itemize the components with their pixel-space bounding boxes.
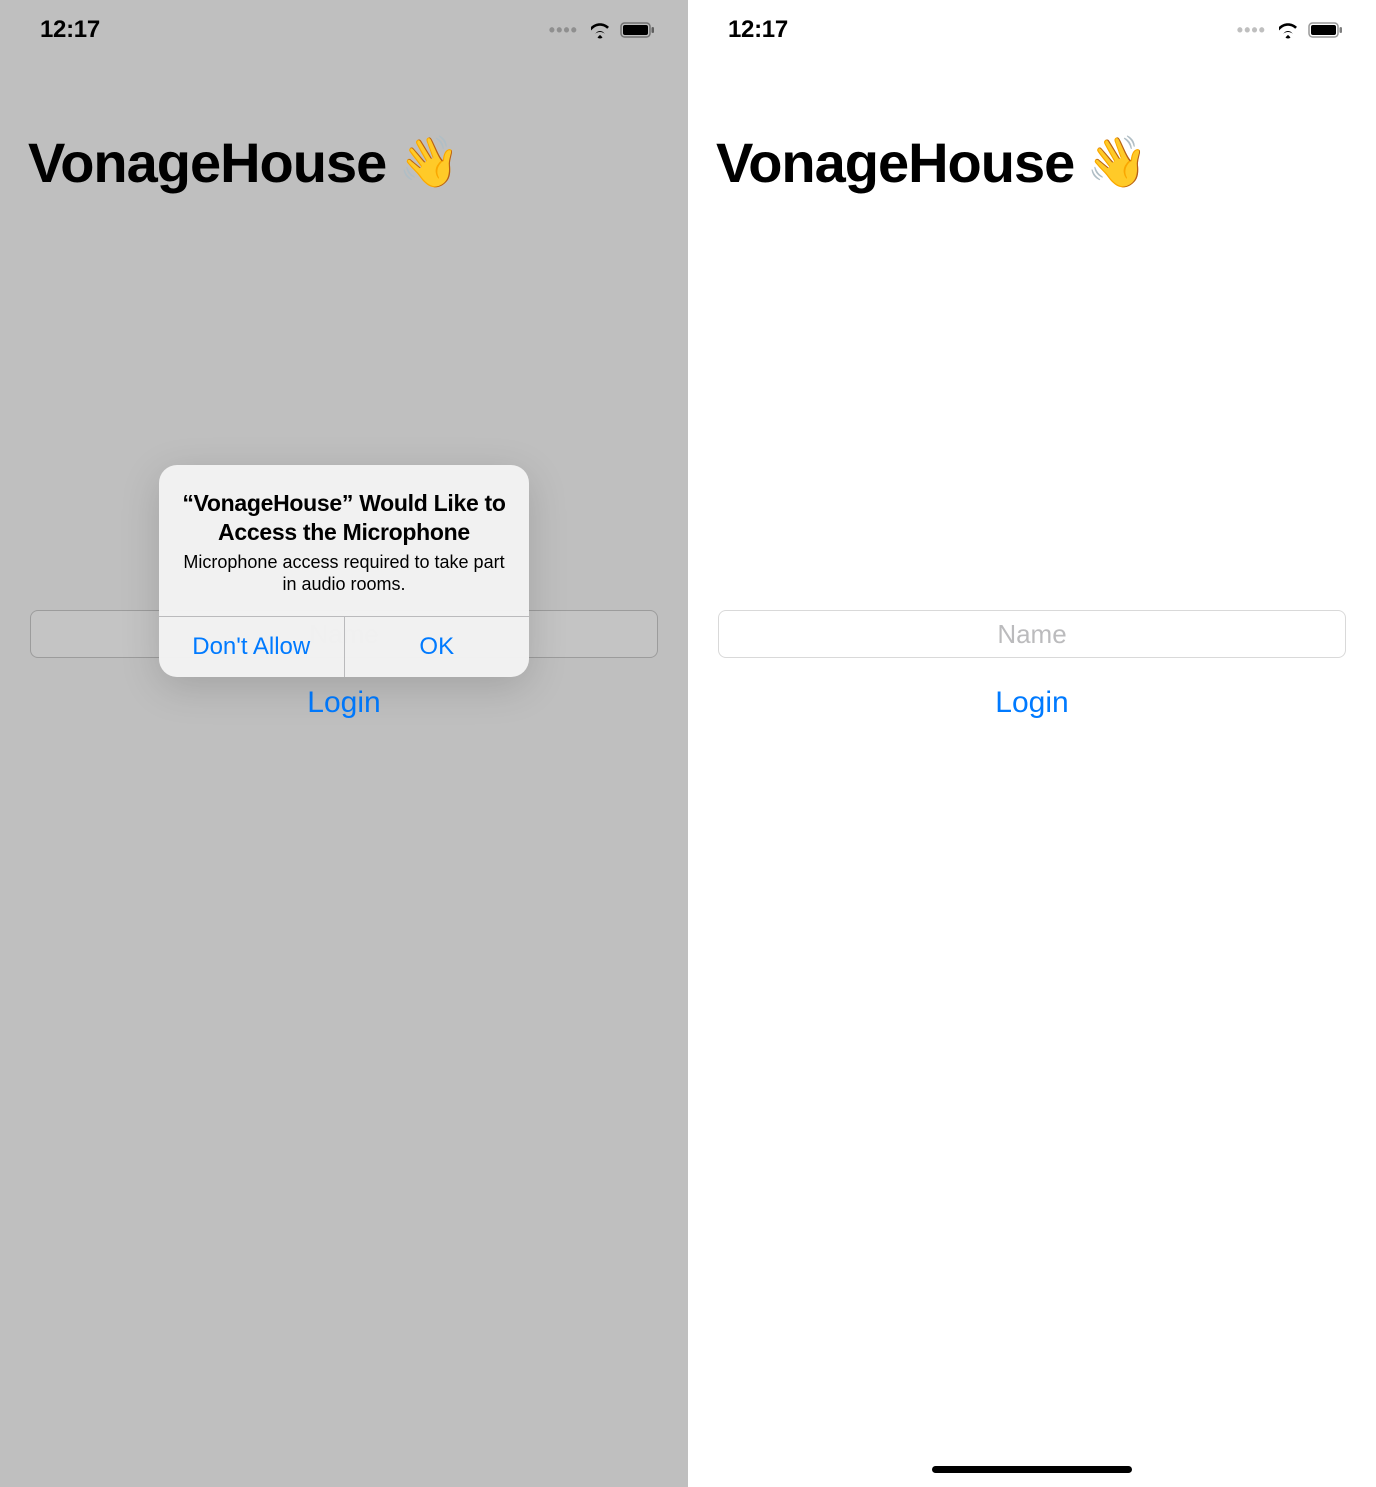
alert-allow-button[interactable]: OK: [344, 617, 530, 677]
app-title-text: VonageHouse: [28, 130, 386, 195]
login-button[interactable]: Login: [307, 686, 380, 720]
mic-permission-alert: “VonageHouse” Would Like to Access the M…: [159, 465, 529, 677]
home-indicator[interactable]: [932, 1466, 1132, 1473]
alert-body: “VonageHouse” Would Like to Access the M…: [159, 465, 529, 616]
status-indicators: ••••: [549, 20, 656, 41]
battery-icon: [620, 21, 656, 39]
status-indicators: ••••: [1237, 20, 1344, 41]
status-time: 12:17: [728, 16, 788, 44]
phone-screen-login: 12:17 •••• VonageHouse 👋 Login: [688, 0, 1376, 1487]
status-bar: 12:17 ••••: [0, 0, 688, 60]
battery-icon: [1308, 21, 1344, 39]
wave-emoji-icon: 👋: [398, 133, 459, 192]
recording-dots-icon: ••••: [1237, 20, 1266, 41]
alert-deny-button[interactable]: Don't Allow: [159, 617, 344, 677]
wave-emoji-icon: 👋: [1086, 133, 1147, 192]
wifi-icon: [588, 21, 612, 39]
status-time: 12:17: [40, 16, 100, 44]
status-bar: 12:17 ••••: [688, 0, 1376, 60]
name-field[interactable]: [718, 610, 1346, 658]
login-button[interactable]: Login: [995, 686, 1068, 720]
login-form: Login: [718, 610, 1346, 720]
alert-buttons: Don't Allow OK: [159, 616, 529, 677]
phone-screen-permission: 12:17 •••• VonageHouse 👋 Login “VonageHo…: [0, 0, 688, 1487]
alert-title: “VonageHouse” Would Like to Access the M…: [179, 489, 509, 547]
app-title-text: VonageHouse: [716, 130, 1074, 195]
app-title: VonageHouse 👋: [28, 130, 460, 195]
recording-dots-icon: ••••: [549, 20, 578, 41]
alert-message: Microphone access required to take part …: [179, 551, 509, 596]
wifi-icon: [1276, 21, 1300, 39]
app-title: VonageHouse 👋: [716, 130, 1148, 195]
